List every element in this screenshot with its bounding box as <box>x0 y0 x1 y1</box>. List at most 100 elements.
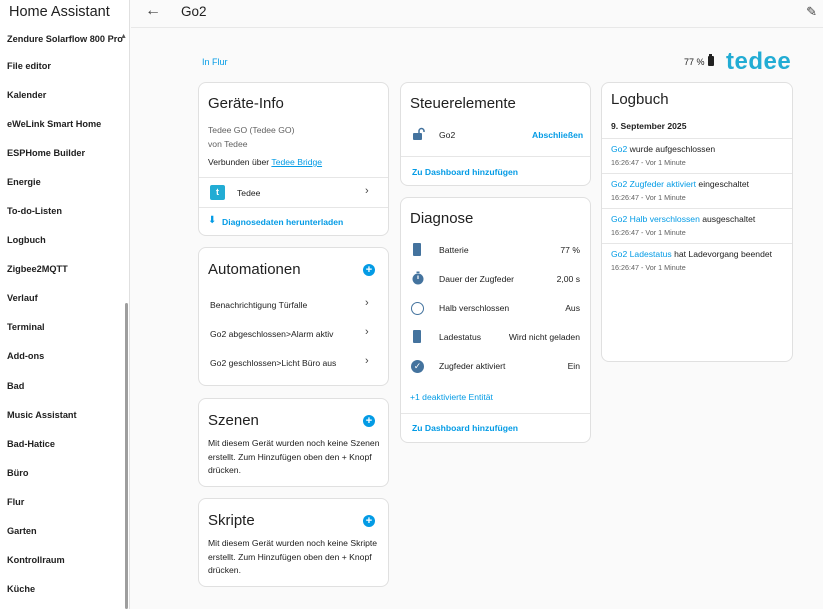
scripts-card: Skripte + Mit diesem Gerät wurden noch k… <box>198 498 389 587</box>
logbook-entity-link[interactable]: Go2 Zugfeder aktiviert <box>611 179 696 189</box>
battery-icon <box>707 54 714 66</box>
logbook-entity-link[interactable]: Go2 Halb verschlossen <box>611 214 700 224</box>
sidebar-item-ewelink[interactable]: eWeLink Smart Home <box>0 110 124 139</box>
sidebar-item-verlauf[interactable]: Verlauf <box>0 284 124 313</box>
diagnostics-title: Diagnose <box>410 210 474 227</box>
add-to-dashboard-button[interactable]: Zu Dashboard hinzufügen <box>412 167 518 177</box>
logbook-entry-text: Go2 Zugfeder aktiviert eingeschaltet <box>611 179 749 189</box>
battery-icon <box>413 330 421 343</box>
diag-label[interactable]: Halb verschlossen <box>439 303 509 313</box>
timer-icon <box>412 271 424 285</box>
diag-value: Wird nicht geladen <box>508 332 580 342</box>
divider <box>199 207 388 208</box>
diag-value: Aus <box>565 303 580 313</box>
device-manufacturer: von Tedee <box>208 139 248 149</box>
brand-logo: tedee <box>726 48 792 75</box>
logbook-message: ausgeschaltet <box>702 214 756 224</box>
logbook-title: Logbuch <box>611 91 669 108</box>
diag-label[interactable]: Batterie <box>439 245 469 255</box>
sidebar-item-zendure[interactable]: Zendure Solarflow 800 Pro <box>0 26 124 52</box>
battery-status: 77 % <box>684 54 714 67</box>
automation-item[interactable]: Benachrichtigung Türfalle <box>210 300 307 310</box>
sidebar-list: Zendure Solarflow 800 Pro File editor Ka… <box>0 26 124 604</box>
control-entity-name[interactable]: Go2 <box>439 130 455 140</box>
sidebar-item-terminal[interactable]: Terminal <box>0 313 124 342</box>
automation-item[interactable]: Go2 geschlossen>Licht Büro aus <box>210 358 336 368</box>
sidebar-scrollbar[interactable] <box>125 303 128 609</box>
diag-label[interactable]: Zugfeder aktiviert <box>439 361 505 371</box>
diag-value: Ein <box>567 361 580 371</box>
device-info-title: Geräte-Info <box>208 95 284 112</box>
logbook-message: hat Ladevorgang beendet <box>674 249 773 259</box>
top-bar: ← Go2 ✎ <box>131 0 823 28</box>
scripts-empty-text: Mit diesem Gerät wurden noch keine Skrip… <box>208 538 378 575</box>
sidebar-item-logbuch[interactable]: Logbuch <box>0 226 124 255</box>
integration-name[interactable]: Tedee <box>237 188 260 198</box>
chevron-right-icon[interactable]: › <box>365 355 369 367</box>
divider <box>401 413 590 414</box>
back-arrow-icon[interactable]: ← <box>145 2 161 20</box>
sidebar-item-addons[interactable]: Add-ons <box>0 342 124 371</box>
logbook-entry-text: Go2 Halb verschlossen ausgeschaltet <box>611 214 755 224</box>
tedee-logo-icon: t <box>210 185 225 200</box>
logbook-time: 16:26:47 - Vor 1 Minute <box>611 263 686 272</box>
scenes-empty-text: Mit diesem Gerät wurden noch keine Szene… <box>208 438 380 475</box>
connected-via: Verbunden über Tedee Bridge <box>208 157 322 167</box>
diag-value: 77 % <box>560 245 580 255</box>
logbook-message: wurde aufgeschlossen <box>629 144 716 154</box>
check-circle-icon: ✓ <box>411 360 424 373</box>
download-diagnostics-link[interactable]: Diagnosedaten herunterladen <box>222 217 343 227</box>
logbook-entity-link[interactable]: Go2 Ladestatus <box>611 249 672 259</box>
add-to-dashboard-button[interactable]: Zu Dashboard hinzufügen <box>412 423 518 433</box>
sidebar-item-esphome[interactable]: ESPHome Builder <box>0 139 124 168</box>
diag-label[interactable]: Dauer der Zugfeder <box>439 274 514 284</box>
app-title: Home Assistant <box>9 4 110 20</box>
disabled-entities-link[interactable]: +1 deaktivierte Entität <box>410 392 493 402</box>
diagnostics-card: Diagnose Batterie 77 % Dauer der Zugfede… <box>400 197 591 443</box>
area-link[interactable]: In Flur <box>202 57 228 67</box>
bridge-link[interactable]: Tedee Bridge <box>271 157 322 167</box>
sidebar-item-music-assistant[interactable]: Music Assistant <box>0 401 124 430</box>
sidebar-item-flur[interactable]: Flur <box>0 488 124 517</box>
logbook-entry-text: Go2 wurde aufgeschlossen <box>611 144 715 154</box>
lock-button[interactable]: Abschließen <box>532 130 583 140</box>
diag-value: 2,00 s <box>556 274 580 284</box>
download-icon: ⬇ <box>208 215 217 226</box>
sidebar-item-todo[interactable]: To-do-Listen <box>0 197 124 226</box>
diag-label[interactable]: Ladestatus <box>439 332 481 342</box>
divider <box>401 156 590 157</box>
chevron-right-icon[interactable]: › <box>365 185 369 197</box>
pencil-icon[interactable]: ✎ <box>806 4 817 20</box>
controls-card: Steuerelemente Go2 Abschließen Zu Dashbo… <box>400 82 591 186</box>
automations-title: Automationen <box>208 261 301 278</box>
sidebar-item-file-editor[interactable]: File editor <box>0 52 124 81</box>
sidebar-item-kueche[interactable]: Küche <box>0 575 124 604</box>
logbook-time: 16:26:47 - Vor 1 Minute <box>611 193 686 202</box>
automation-item[interactable]: Go2 abgeschlossen>Alarm aktiv <box>210 329 333 339</box>
chevron-up-icon[interactable]: ▲ <box>120 33 127 40</box>
sidebar-item-zigbee2mqtt[interactable]: Zigbee2MQTT <box>0 255 124 284</box>
logbook-entry: Go2 Zugfeder aktiviert eingeschaltet 16:… <box>602 173 792 208</box>
sidebar-item-kontrollraum[interactable]: Kontrollraum <box>0 546 124 575</box>
battery-value: 77 % <box>684 57 705 67</box>
sidebar-item-buero[interactable]: Büro <box>0 459 124 488</box>
logbook-message: eingeschaltet <box>698 179 750 189</box>
sidebar-item-energie[interactable]: Energie <box>0 168 124 197</box>
sidebar-item-bad[interactable]: Bad <box>0 372 124 401</box>
add-scene-button[interactable]: + <box>363 415 375 427</box>
sidebar-item-bad-hatice[interactable]: Bad-Hatice <box>0 430 124 459</box>
chevron-right-icon[interactable]: › <box>365 326 369 338</box>
lock-open-icon <box>413 127 425 140</box>
sidebar-item-garten[interactable]: Garten <box>0 517 124 546</box>
scenes-card: Szenen + Mit diesem Gerät wurden noch ke… <box>198 398 389 487</box>
logbook-time: 16:26:47 - Vor 1 Minute <box>611 228 686 237</box>
battery-icon <box>413 243 421 256</box>
logbook-card: Logbuch 9. September 2025 Go2 wurde aufg… <box>601 82 793 362</box>
add-automation-button[interactable]: + <box>363 264 375 276</box>
add-script-button[interactable]: + <box>363 515 375 527</box>
scenes-title: Szenen <box>208 412 259 429</box>
logbook-entity-link[interactable]: Go2 <box>611 144 627 154</box>
automations-card: Automationen + Benachrichtigung Türfalle… <box>198 247 389 386</box>
sidebar-item-kalender[interactable]: Kalender <box>0 81 124 110</box>
chevron-right-icon[interactable]: › <box>365 297 369 309</box>
